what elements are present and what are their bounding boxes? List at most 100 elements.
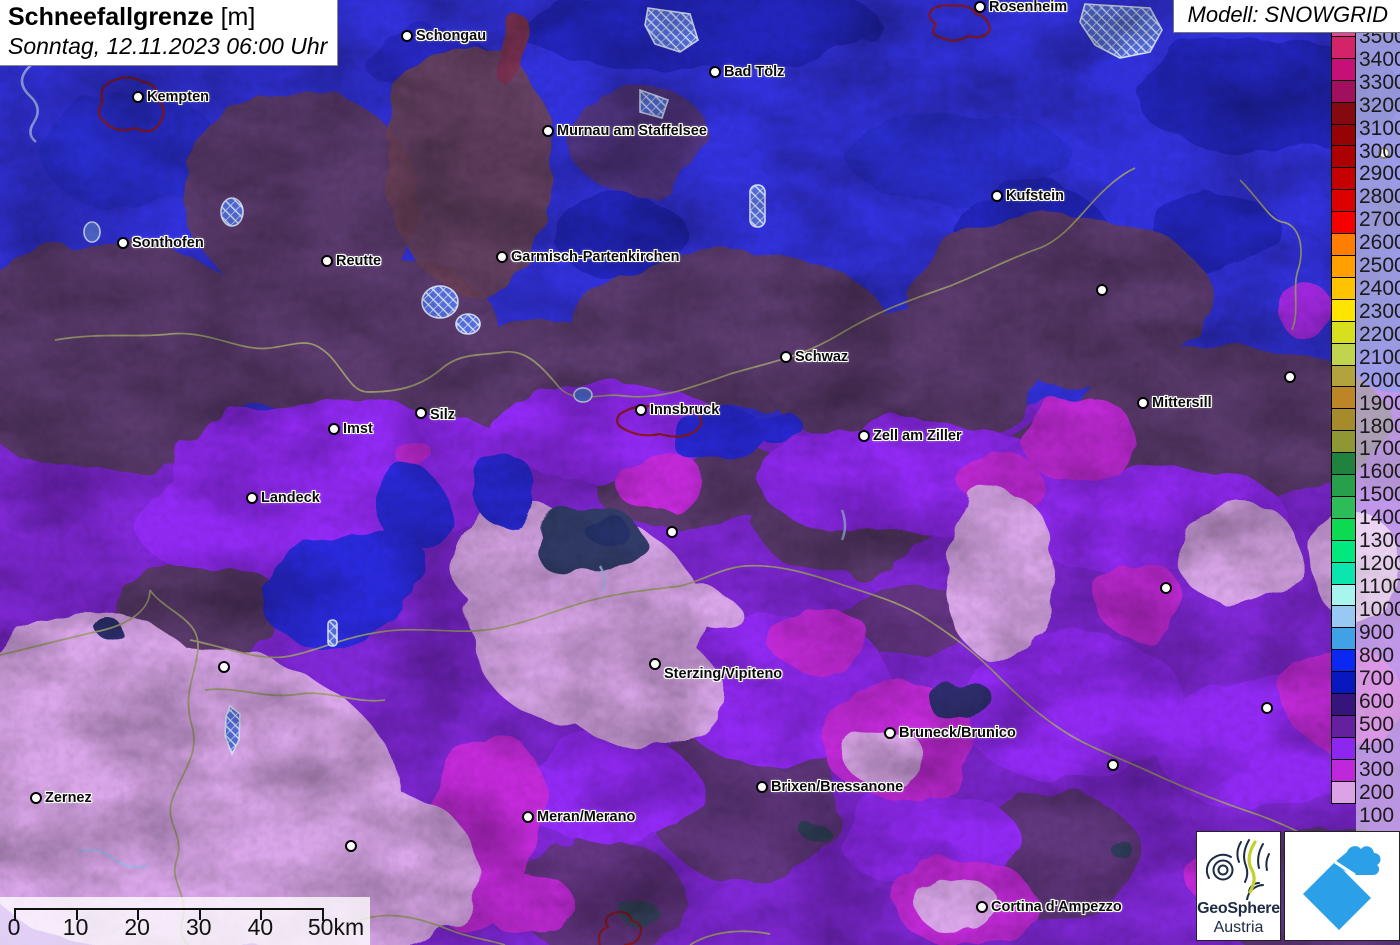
colorbar-tick-label: 2400 <box>1359 277 1400 301</box>
weather-map-canvas <box>0 0 1400 945</box>
colorbar-tick-label: 3000 <box>1359 139 1400 163</box>
colorbar-tick-label: 2200 <box>1359 322 1400 346</box>
colorbar-tick-label: 2000 <box>1359 368 1400 392</box>
city-dot <box>328 423 340 435</box>
city-dot <box>542 125 554 137</box>
model-label: Modell: SNOWGRID <box>1172 0 1400 33</box>
snowgrid-map-page: { "title": { "name": "Schneefallgrenze",… <box>0 0 1400 945</box>
map-title-variable: Schneefallgrenze <box>8 3 214 31</box>
colorbar-box <box>1331 123 1356 147</box>
colorbar-tick-label: 900 <box>1359 620 1395 644</box>
city-dot <box>1137 397 1149 409</box>
city-dot <box>1096 284 1108 296</box>
city-dot <box>666 526 678 538</box>
scale-bar-number: 20 <box>124 914 150 940</box>
city-dot <box>321 255 333 267</box>
city-dot <box>991 190 1003 202</box>
scale-bar: 0 10 20 30 40 50km <box>0 897 370 945</box>
map-title: Schneefallgrenze [m] <box>8 3 327 32</box>
colorbar-tick-label: 3400 <box>1359 47 1400 71</box>
colorbar-tick-label: 1200 <box>1359 552 1400 576</box>
city-dot <box>756 781 768 793</box>
colorbar-box <box>1331 671 1356 695</box>
colorbar-tick-label: 3300 <box>1359 70 1400 94</box>
city-label: Zernez <box>45 790 92 806</box>
colorbar-box <box>1331 79 1356 103</box>
city-label: Schongau <box>416 28 487 44</box>
colorbar-box <box>1331 715 1356 738</box>
colorbar-tick-label: 600 <box>1359 689 1395 713</box>
city-dot <box>522 811 534 823</box>
city-label: Kufstein <box>1006 188 1064 204</box>
colorbar-box <box>1331 495 1356 519</box>
city-dot <box>30 792 42 804</box>
colorbar-box <box>1331 35 1356 59</box>
colorbar-tick-label: 1800 <box>1359 414 1400 438</box>
colorbar-box <box>1331 693 1356 716</box>
scale-bar-line <box>14 908 322 910</box>
partner-logo-box <box>1284 831 1400 941</box>
colorbar-tick-label: 1400 <box>1359 506 1400 530</box>
city-label: Cortina d'Ampezzo <box>991 899 1122 915</box>
city-label: Murnau am Staffelsee <box>557 123 707 139</box>
colorbar-tick-label: 3200 <box>1359 93 1400 117</box>
colorbar-box <box>1331 780 1356 804</box>
colorbar-tick-label: 1100 <box>1359 575 1400 598</box>
city-label: Meran/Merano <box>537 809 636 825</box>
colorbar-box <box>1331 364 1356 388</box>
city-label: Sterzing/Vipiteno <box>664 666 783 682</box>
colorbar-tick-label: 1000 <box>1359 597 1400 621</box>
city-label: Reutte <box>336 253 382 269</box>
city-label: Sonthofen <box>132 235 204 251</box>
city-label: Innsbruck <box>650 402 720 418</box>
colorbar-tick-label: 1500 <box>1359 483 1400 507</box>
colorbar-box <box>1331 452 1356 476</box>
colorbar-tick-label: 2900 <box>1359 162 1400 186</box>
city-label: Imst <box>343 421 373 437</box>
scale-bar-number: 30 <box>186 914 212 940</box>
colorbar-box <box>1331 145 1356 169</box>
geosphere-fingerprint-icon <box>1205 839 1270 900</box>
colorbar-box <box>1331 276 1356 300</box>
city-dot <box>635 404 647 416</box>
colorbar-tick-label: 500 <box>1359 712 1395 736</box>
city-label: Kempten <box>147 89 210 105</box>
scale-bar-number: 50km <box>307 914 365 940</box>
colorbar-tick-label: 2700 <box>1359 208 1400 232</box>
city-dot <box>132 91 144 103</box>
geosphere-country: Austria <box>1213 919 1264 936</box>
colorbar-box <box>1331 386 1356 410</box>
city-dot <box>345 840 357 852</box>
city-dot <box>709 66 721 78</box>
city-dot <box>117 237 129 249</box>
city-label: Bruneck/Brunico <box>899 725 1016 741</box>
colorbar-tick-label: 3100 <box>1359 116 1400 140</box>
city-label: Zell am Ziller <box>873 428 962 444</box>
city-label: Landeck <box>261 490 320 506</box>
colorbar-tick-label: 1300 <box>1359 529 1400 553</box>
colorbar-box <box>1331 233 1356 256</box>
colorbar-box <box>1331 627 1356 651</box>
colorbar-box <box>1331 254 1356 278</box>
colorbar-tick-label: 300 <box>1359 758 1395 782</box>
city-label: Brixen/Bressanone <box>771 779 904 795</box>
colorbar-box <box>1331 298 1356 322</box>
city-dot <box>780 351 792 363</box>
colorbar-tick-label: 1600 <box>1359 460 1400 484</box>
colorbar-box <box>1331 167 1356 191</box>
city-dot <box>649 658 661 670</box>
colorbar-box <box>1331 605 1356 629</box>
colorbar-box <box>1331 649 1356 673</box>
city-label: Schwaz <box>795 349 849 365</box>
city-dot <box>415 407 427 419</box>
scale-bar-number: 10 <box>62 914 89 940</box>
colorbar-tick-label: 2600 <box>1359 231 1400 255</box>
city-dot <box>858 430 870 442</box>
map-title-box: Schneefallgrenze [m] Sonntag, 12.11.2023… <box>0 0 339 66</box>
colorbar-tick-label: 800 <box>1359 643 1395 667</box>
colorbar-box <box>1331 342 1356 366</box>
city-label: Mittersill <box>1152 395 1212 411</box>
colorbar-box <box>1331 211 1356 235</box>
city-label: Silz <box>430 407 455 423</box>
colorbar-box <box>1331 517 1356 541</box>
